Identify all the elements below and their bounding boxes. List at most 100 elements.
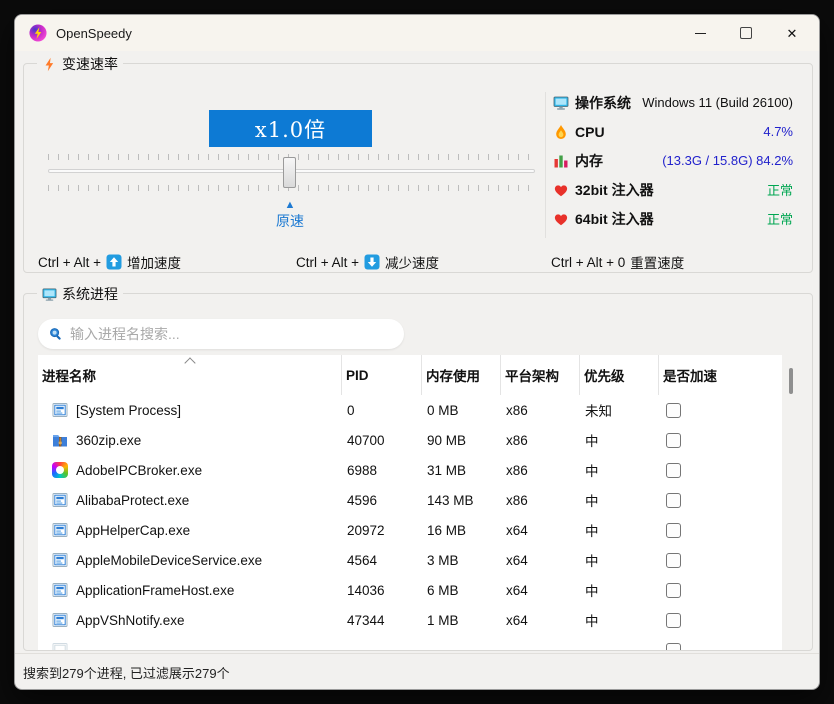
process-name: AlibabaProtect.exe [76, 493, 189, 508]
table-row[interactable]: AppleMobileDeviceService.exe45643 MBx64中 [38, 545, 782, 575]
process-name: [System Process] [76, 403, 181, 418]
monitor-icon [42, 287, 57, 302]
system-info-value: (13.3G / 15.8G) 84.2% [662, 153, 793, 168]
search-input[interactable] [68, 325, 404, 343]
priority-cell: 中 [580, 515, 659, 545]
system-info-row: 32bit 注入器正常 [553, 175, 793, 204]
accelerate-checkbox[interactable] [666, 583, 681, 598]
table-row[interactable] [38, 635, 782, 650]
shortcut-label: 减少速度 [385, 252, 439, 272]
process-name-cell: AlibabaProtect.exe [38, 485, 342, 515]
accelerate-checkbox[interactable] [666, 433, 681, 448]
system-info-value: 正常 [767, 209, 793, 228]
accelerate-checkbox[interactable] [666, 523, 681, 538]
table-row[interactable]: AlibabaProtect.exe4596143 MBx86中 [38, 485, 782, 515]
speed-section-title: 变速速率 [62, 54, 118, 74]
accelerate-cell [659, 605, 782, 635]
accelerate-checkbox[interactable] [666, 493, 681, 508]
memory-cell: 6 MB [422, 575, 501, 605]
status-text: 搜索到279个进程, 已过滤展示279个 [23, 663, 230, 682]
accelerate-checkbox[interactable] [666, 613, 681, 628]
table-row[interactable]: AdobeIPCBroker.exe698831 MBx86中 [38, 455, 782, 485]
adobe-icon [52, 462, 68, 478]
origin-triangle-icon: ▲ [210, 198, 370, 212]
speed-slider[interactable] [48, 152, 535, 194]
process-name-cell: ApplicationFrameHost.exe [38, 575, 342, 605]
origin-speed-label: 原速 [210, 212, 370, 231]
column-header[interactable]: PID [342, 355, 422, 395]
system-info-value: 4.7% [763, 124, 793, 139]
system-info-list: 操作系统Windows 11 (Build 26100) CPU 4.7% 内存(13… [553, 88, 793, 233]
origin-speed-marker: ▲ 原速 [210, 198, 370, 231]
process-section-header: 系统进程 [37, 284, 123, 304]
accelerate-cell [659, 515, 782, 545]
memory-cell [422, 635, 501, 650]
system-info-label: CPU [575, 124, 605, 140]
maximize-icon [740, 27, 752, 39]
arch-cell: x64 [501, 515, 580, 545]
priority-cell: 中 [580, 425, 659, 455]
accelerate-cell [659, 455, 782, 485]
heart-icon [553, 211, 569, 227]
process-section: 系统进程 进程名称PID内存使用平台架构优先级是否加速 [System Proc… [23, 293, 813, 651]
slider-handle[interactable] [283, 157, 296, 188]
minimize-button[interactable] [677, 15, 723, 51]
arch-cell: x86 [501, 455, 580, 485]
priority-cell: 未知 [580, 395, 659, 425]
search-icon [49, 327, 63, 341]
memory-cell: 143 MB [422, 485, 501, 515]
shortcut-label: 重置速度 [630, 252, 684, 272]
column-header[interactable]: 平台架构 [501, 355, 580, 395]
priority-cell: 中 [580, 545, 659, 575]
process-name: ApplicationFrameHost.exe [76, 583, 234, 598]
priority-cell [580, 635, 659, 650]
speed-section-header: 变速速率 [37, 54, 123, 74]
column-header[interactable]: 优先级 [580, 355, 659, 395]
table-row[interactable]: AppVShNotify.exe473441 MBx64中 [38, 605, 782, 635]
shortcut-label: 增加速度 [127, 252, 181, 272]
window-controls: ✕ [677, 15, 815, 51]
accelerate-cell [659, 425, 782, 455]
accelerate-cell [659, 635, 782, 650]
arrow-up-icon [106, 254, 122, 270]
search-box[interactable] [38, 319, 404, 349]
table-body: [System Process]00 MBx86未知360zip.exe4070… [38, 395, 782, 650]
close-icon: ✕ [787, 27, 798, 40]
process-name: AppleMobileDeviceService.exe [76, 553, 262, 568]
system-info-label: 操作系统 [575, 93, 631, 113]
column-header[interactable]: 内存使用 [422, 355, 501, 395]
pid-cell: 0 [342, 395, 422, 425]
chart-icon [553, 153, 569, 169]
priority-cell: 中 [580, 485, 659, 515]
column-header[interactable]: 是否加速 [659, 355, 782, 395]
accelerate-checkbox[interactable] [666, 403, 681, 418]
heart-icon [553, 182, 569, 198]
monitor-icon [553, 95, 569, 111]
maximize-button[interactable] [723, 15, 769, 51]
table-row[interactable]: [System Process]00 MBx86未知 [38, 395, 782, 425]
arch-cell: x64 [501, 545, 580, 575]
process-name-cell: AppVShNotify.exe [38, 605, 342, 635]
table-row[interactable]: ApplicationFrameHost.exe140366 MBx64中 [38, 575, 782, 605]
system-info-row: 操作系统Windows 11 (Build 26100) [553, 88, 793, 117]
speed-section: 变速速率 x1.0倍 ▲ 原速 操作系统Windows 11 (Build 26… [23, 63, 813, 273]
accelerate-cell [659, 485, 782, 515]
memory-cell: 3 MB [422, 545, 501, 575]
app-window: OpenSpeedy ✕ 变速速率 x1.0倍 ▲ 原速 操作系统Windows… [14, 14, 820, 690]
table-row[interactable]: 360zip.exe4070090 MBx86中 [38, 425, 782, 455]
close-button[interactable]: ✕ [769, 15, 815, 51]
accelerate-checkbox[interactable] [666, 463, 681, 478]
process-section-title: 系统进程 [62, 284, 118, 304]
arch-cell: x86 [501, 425, 580, 455]
accelerate-checkbox[interactable] [666, 643, 681, 651]
system-info-label: 64bit 注入器 [575, 209, 654, 229]
table-row[interactable]: AppHelperCap.exe2097216 MBx64中 [38, 515, 782, 545]
shortcut-keys: Ctrl + Alt + [38, 255, 101, 270]
speed-value-label: x1.0倍 [209, 110, 372, 147]
system-info-row: 内存(13.3G / 15.8G) 84.2% [553, 146, 793, 175]
accelerate-checkbox[interactable] [666, 553, 681, 568]
vertical-divider [545, 92, 546, 238]
scrollbar-thumb[interactable] [789, 368, 793, 394]
arch-cell: x64 [501, 605, 580, 635]
process-name: AppVShNotify.exe [76, 613, 185, 628]
